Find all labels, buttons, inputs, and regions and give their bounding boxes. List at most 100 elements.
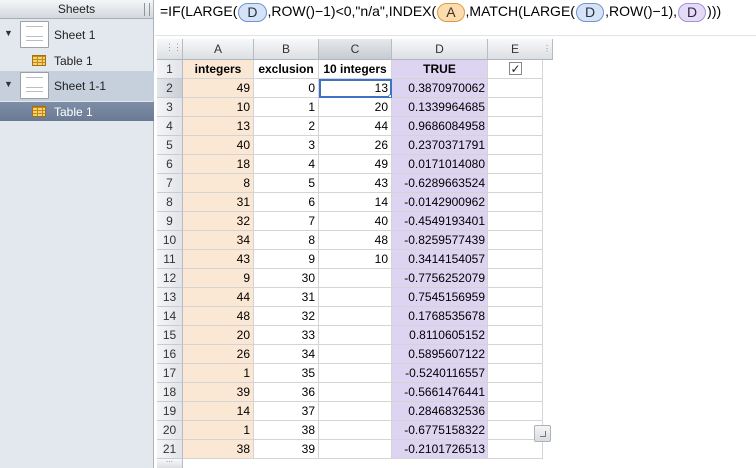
cell-c[interactable] [319, 326, 392, 345]
row-header[interactable]: 14 [157, 307, 183, 326]
cell-b[interactable]: 9 [254, 250, 319, 269]
cell-e[interactable] [488, 136, 543, 155]
formula-reference-token-column-a[interactable]: A [437, 3, 465, 22]
cell-d[interactable]: 0.3870970062 [392, 79, 488, 98]
cell-a[interactable]: 1 [183, 421, 254, 440]
cell-d[interactable]: -0.7756252079 [392, 269, 488, 288]
cell-d[interactable]: -0.0142900962 [392, 193, 488, 212]
table-item-sheet-1-table-1[interactable]: Table 1 [0, 51, 154, 70]
cell-a[interactable]: 43 [183, 250, 254, 269]
cell-e[interactable] [488, 212, 543, 231]
cell-b[interactable]: 32 [254, 307, 319, 326]
cell-b[interactable]: 7 [254, 212, 319, 231]
cell-d[interactable]: -0.8259577439 [392, 231, 488, 250]
cell-b[interactable]: 1 [254, 98, 319, 117]
cell-b[interactable]: 6 [254, 193, 319, 212]
cell-b[interactable]: 8 [254, 231, 319, 250]
cell-a[interactable]: 32 [183, 212, 254, 231]
cell-c[interactable]: 10 [319, 250, 392, 269]
formula-editor[interactable]: =IF(LARGE(D ,ROW()−1)<0,"n/a",INDEX(A ,MAT… [160, 3, 721, 22]
header-cell-true[interactable]: TRUE [392, 60, 488, 79]
row-header[interactable]: 3 [157, 98, 183, 117]
table-item-sheet-1-1-table-1[interactable]: Table 1 [0, 102, 154, 121]
cell-e[interactable] [488, 326, 543, 345]
cell-d[interactable]: 0.1339964685 [392, 98, 488, 117]
cell-a[interactable]: 44 [183, 288, 254, 307]
cell-a[interactable]: 49 [183, 79, 254, 98]
row-header[interactable]: 10 [157, 231, 183, 250]
row-header[interactable]: 21 [157, 440, 183, 459]
cell-d[interactable]: -0.5661476441 [392, 383, 488, 402]
cell-a[interactable]: 31 [183, 193, 254, 212]
cell-e[interactable] [488, 231, 543, 250]
row-header[interactable]: 19 [157, 402, 183, 421]
row-header[interactable]: 12 [157, 269, 183, 288]
sidebar-resize-grip-icon[interactable] [144, 3, 150, 16]
row-header[interactable]: 1 [157, 60, 183, 79]
header-cell-integers[interactable]: integers [183, 60, 254, 79]
cell-c[interactable]: 14 [319, 193, 392, 212]
row-header[interactable]: 9 [157, 212, 183, 231]
cell-e[interactable] [488, 174, 543, 193]
cell-c[interactable]: 44 [319, 117, 392, 136]
column-header-a[interactable]: A [183, 39, 254, 60]
cell-d[interactable]: 0.2370371791 [392, 136, 488, 155]
cell-a[interactable]: 39 [183, 383, 254, 402]
cell-a[interactable]: 1 [183, 364, 254, 383]
cell-d[interactable]: -0.4549193401 [392, 212, 488, 231]
cell-a[interactable]: 8 [183, 174, 254, 193]
cell-a[interactable]: 18 [183, 155, 254, 174]
header-cell-10-integers[interactable]: 10 integers [319, 60, 392, 79]
cell-e[interactable] [488, 307, 543, 326]
cell-d[interactable]: -0.5240116557 [392, 364, 488, 383]
cell-e[interactable] [488, 98, 543, 117]
disclosure-triangle-icon[interactable]: ▼ [4, 28, 13, 38]
row-header[interactable]: 5 [157, 136, 183, 155]
cell-b[interactable]: 31 [254, 288, 319, 307]
cell-e[interactable] [488, 79, 543, 98]
header-cell-checkbox[interactable]: ✓ [488, 60, 543, 79]
cell-e[interactable] [488, 288, 543, 307]
cell-e[interactable] [488, 345, 543, 364]
cell-a[interactable]: 9 [183, 269, 254, 288]
cell-c[interactable]: 48 [319, 231, 392, 250]
cell-c[interactable]: 13 [319, 79, 392, 98]
column-header-b[interactable]: B [254, 39, 319, 60]
cell-e[interactable] [488, 250, 543, 269]
cell-e[interactable] [488, 155, 543, 174]
row-header[interactable]: 15 [157, 326, 183, 345]
cell-e[interactable] [488, 269, 543, 288]
cell-e[interactable] [488, 402, 543, 421]
cell-b[interactable]: 2 [254, 117, 319, 136]
cell-d[interactable]: 0.0171014080 [392, 155, 488, 174]
cell-b[interactable]: 35 [254, 364, 319, 383]
cell-e[interactable] [488, 117, 543, 136]
cell-b[interactable]: 5 [254, 174, 319, 193]
cell-e[interactable] [488, 383, 543, 402]
column-header-d[interactable]: D [392, 39, 488, 60]
cell-d[interactable]: 0.1768535678 [392, 307, 488, 326]
row-header[interactable]: 16 [157, 345, 183, 364]
cell-c[interactable] [319, 288, 392, 307]
cell-d[interactable]: 0.9686084958 [392, 117, 488, 136]
cell-b[interactable]: 34 [254, 345, 319, 364]
formula-reference-token-column-d[interactable]: D [575, 3, 605, 22]
row-header[interactable]: 2 [157, 79, 183, 98]
cell-e[interactable] [488, 440, 543, 459]
cell-c[interactable] [319, 345, 392, 364]
column-header-e[interactable]: E [488, 39, 543, 60]
column-header-c[interactable]: C [319, 39, 392, 60]
cell-b[interactable]: 4 [254, 155, 319, 174]
cell-c[interactable] [319, 364, 392, 383]
cell-a[interactable]: 40 [183, 136, 254, 155]
cell-c[interactable]: 43 [319, 174, 392, 193]
cell-c[interactable]: 40 [319, 212, 392, 231]
row-header[interactable]: 4 [157, 117, 183, 136]
cell-a[interactable]: 26 [183, 345, 254, 364]
cell-a[interactable]: 10 [183, 98, 254, 117]
row-header[interactable]: 7 [157, 174, 183, 193]
cell-d[interactable]: 0.3414154057 [392, 250, 488, 269]
cell-c[interactable] [319, 383, 392, 402]
sheet-item-sheet-1-1[interactable]: ▼ Sheet 1-1 [0, 71, 154, 101]
cell-a[interactable]: 14 [183, 402, 254, 421]
